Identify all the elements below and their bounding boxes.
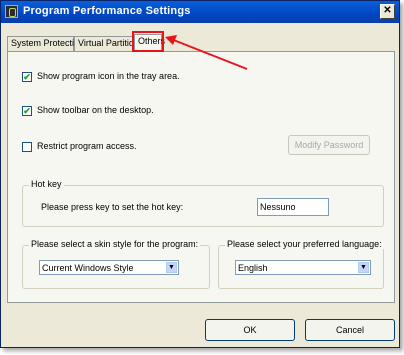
chevron-down-icon[interactable]: ▼ bbox=[358, 262, 369, 273]
modify-password-button[interactable]: Modify Password bbox=[288, 135, 370, 155]
tab-virtual-partition[interactable]: Virtual Partition bbox=[74, 36, 139, 51]
check-icon[interactable]: ✔ bbox=[22, 106, 32, 116]
app-icon bbox=[5, 5, 18, 18]
window-title: Program Performance Settings bbox=[23, 5, 191, 17]
hotkey-group-label: Hot key bbox=[29, 179, 64, 189]
modify-password-label: Modify Password bbox=[294, 140, 364, 150]
language-select[interactable]: English ▼ bbox=[235, 260, 371, 275]
hotkey-input[interactable]: Nessuno bbox=[257, 198, 329, 216]
tab-panel-others: ✔ Show program icon in the tray area. ✔ … bbox=[7, 51, 395, 303]
close-icon: ✕ bbox=[383, 5, 392, 16]
hotkey-prompt: Please press key to set the hot key: bbox=[41, 202, 184, 212]
checkbox-unchecked[interactable] bbox=[22, 142, 32, 152]
chevron-down-icon[interactable]: ▼ bbox=[166, 262, 177, 273]
language-group: Please select your preferred language: E… bbox=[218, 239, 384, 289]
skin-select[interactable]: Current Windows Style ▼ bbox=[39, 260, 179, 275]
cancel-label: Cancel bbox=[335, 325, 364, 335]
title-bar[interactable]: Program Performance Settings ✕ bbox=[1, 1, 399, 23]
option-label: Restrict program access. bbox=[37, 141, 137, 151]
check-icon[interactable]: ✔ bbox=[22, 72, 32, 82]
skin-group-label: Please select a skin style for the progr… bbox=[29, 239, 201, 249]
skin-selected-value: Current Windows Style bbox=[42, 263, 134, 273]
ok-button[interactable]: OK bbox=[205, 319, 295, 341]
tab-label: Virtual Partition bbox=[78, 38, 139, 48]
tab-system-protection[interactable]: System Protection bbox=[7, 36, 84, 51]
skin-group: Please select a skin style for the progr… bbox=[22, 239, 210, 289]
option-label: Show toolbar on the desktop. bbox=[37, 105, 154, 115]
language-selected-value: English bbox=[238, 263, 268, 273]
hotkey-group: Hot key Please press key to set the hot … bbox=[22, 179, 384, 227]
cancel-button[interactable]: Cancel bbox=[305, 319, 395, 341]
ok-label: OK bbox=[243, 325, 257, 335]
option-label: Show program icon in the tray area. bbox=[37, 71, 180, 81]
language-group-label: Please select your preferred language: bbox=[225, 239, 384, 249]
annotation-arrow bbox=[165, 35, 248, 70]
annotation-highlight-box bbox=[132, 31, 164, 52]
close-button[interactable]: ✕ bbox=[380, 4, 395, 19]
settings-window: Program Performance Settings ✕ System Pr… bbox=[0, 0, 400, 348]
